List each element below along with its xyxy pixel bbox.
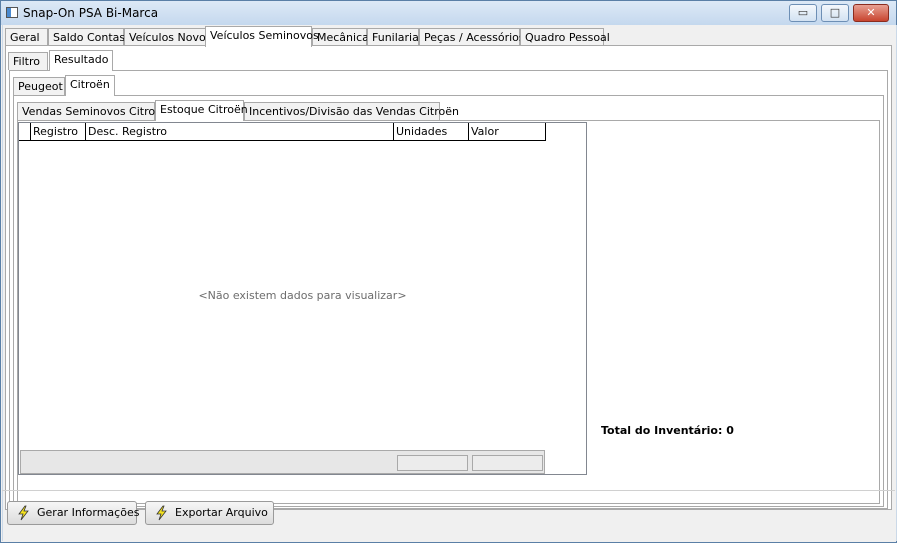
- exportar-arquivo-label: Exportar Arquivo: [175, 506, 268, 519]
- tab-funilaria[interactable]: Funilaria: [367, 28, 419, 46]
- tab-geral[interactable]: Geral: [5, 28, 48, 46]
- estoque-grid[interactable]: Registro Desc. Registro Unidades Valor <…: [18, 122, 587, 475]
- tab-peugeot[interactable]: Peugeot: [13, 77, 65, 95]
- grid-footer: [20, 450, 545, 474]
- lightning-icon: [18, 505, 29, 521]
- tab-estoque-citroen[interactable]: Estoque Citroën: [155, 100, 248, 121]
- grid-header: Registro Desc. Registro Unidades Valor: [19, 123, 546, 141]
- tab-resultado[interactable]: Resultado: [49, 50, 113, 71]
- tab-quadro-pessoal[interactable]: Quadro Pessoal: [520, 28, 610, 46]
- app-icon: [6, 7, 18, 18]
- lightning-icon: [156, 505, 167, 521]
- title-bar: Snap-On PSA Bi-Marca ▭ □ ✕: [1, 1, 896, 25]
- total-inventario: Total do Inventário: 0: [601, 424, 734, 437]
- separator: [2, 490, 895, 491]
- row-indicator-header: [19, 123, 31, 140]
- app-window: Snap-On PSA Bi-Marca ▭ □ ✕ Geral Saldo C…: [0, 0, 897, 543]
- minimize-button[interactable]: ▭: [789, 4, 817, 22]
- column-header-valor[interactable]: Valor: [469, 123, 545, 140]
- tab-saldo-contas[interactable]: Saldo Contas: [48, 28, 125, 46]
- maximize-button[interactable]: □: [821, 4, 849, 22]
- tab-filtro[interactable]: Filtro: [8, 52, 48, 70]
- column-header-unidades[interactable]: Unidades: [394, 123, 469, 140]
- column-header-desc-registro[interactable]: Desc. Registro: [86, 123, 394, 140]
- footer-unidades-summary: [397, 455, 468, 471]
- close-button[interactable]: ✕: [853, 4, 889, 22]
- tab-mecanica[interactable]: Mecânica: [312, 28, 369, 46]
- window-title: Snap-On PSA Bi-Marca: [23, 6, 159, 20]
- tab-vendas-seminovos-citroen[interactable]: Vendas Seminovos Citroën: [17, 102, 169, 120]
- empty-grid-message: <Não existem dados para visualizar>: [198, 289, 407, 302]
- gerar-informacoes-label: Gerar Informações: [37, 506, 140, 519]
- gerar-informacoes-button[interactable]: Gerar Informações: [7, 501, 140, 525]
- tab-pecas-acessorios[interactable]: Peças / Acessórios: [419, 28, 525, 46]
- tab-veiculos-novos[interactable]: Veículos Novos: [124, 28, 211, 46]
- exportar-arquivo-button[interactable]: Exportar Arquivo: [145, 501, 274, 525]
- column-header-registro[interactable]: Registro: [31, 123, 86, 140]
- tab-citroen[interactable]: Citroën: [65, 75, 115, 96]
- main-tab-bar: Geral Saldo Contas Veículos Novos Veícul…: [5, 26, 885, 47]
- tab-incentivos-divisao[interactable]: Incentivos/Divisão das Vendas Citroën: [244, 102, 459, 120]
- footer-valor-summary: [472, 455, 543, 471]
- tab-veiculos-seminovos[interactable]: Veículos Seminovos: [205, 26, 319, 47]
